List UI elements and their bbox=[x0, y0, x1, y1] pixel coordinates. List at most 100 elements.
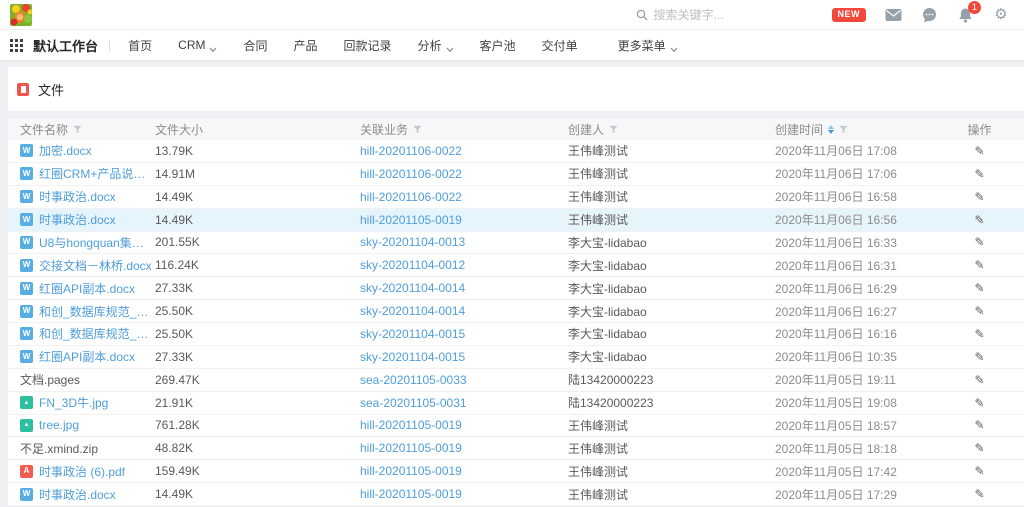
related-business-cell: hill-20201105-0019 bbox=[360, 464, 568, 478]
header-creator[interactable]: 创建人 bbox=[568, 121, 775, 138]
related-business-link[interactable]: sky-20201104-0015 bbox=[360, 327, 465, 341]
file-name-link[interactable]: 和创_数据库规范_20171124.doc bbox=[39, 325, 155, 342]
file-name-link[interactable]: 不足.xmind.zip bbox=[20, 440, 98, 457]
edit-icon[interactable]: ✎ bbox=[974, 327, 984, 341]
table-row: W 红圈API副本.docx 27.33K sky-20201104-0015 … bbox=[8, 346, 1024, 369]
sort-icon[interactable] bbox=[828, 125, 834, 134]
filter-icon[interactable] bbox=[73, 125, 82, 134]
file-name-link[interactable]: 交接文档－林桥.docx bbox=[39, 257, 152, 274]
edit-icon[interactable]: ✎ bbox=[974, 418, 984, 432]
related-business-link[interactable]: hill-20201105-0019 bbox=[360, 441, 462, 455]
nav-item-crm[interactable]: CRM bbox=[165, 38, 230, 52]
related-business-link[interactable]: sea-20201105-0033 bbox=[360, 373, 467, 387]
file-name-link[interactable]: 时事政治.docx bbox=[39, 188, 116, 205]
file-name-link[interactable]: 红圈API副本.docx bbox=[39, 280, 135, 297]
nav-label: 分析 bbox=[418, 37, 442, 54]
related-business-link[interactable]: hill-20201105-0019 bbox=[360, 213, 462, 227]
workspace-title[interactable]: 默认工作台 bbox=[33, 36, 98, 55]
file-module-icon bbox=[17, 83, 29, 96]
chat-icon[interactable] bbox=[920, 6, 938, 24]
app-logo[interactable] bbox=[10, 4, 32, 26]
nav-item-home[interactable]: 首页 bbox=[115, 37, 165, 54]
related-business-cell: hill-20201105-0019 bbox=[360, 213, 568, 227]
file-size-value: 21.91K bbox=[155, 396, 360, 410]
edit-icon[interactable]: ✎ bbox=[974, 350, 984, 364]
creator-value: 王伟峰测试 bbox=[568, 165, 775, 182]
related-business-link[interactable]: hill-20201105-0019 bbox=[360, 464, 462, 478]
file-type-icon: W bbox=[20, 167, 33, 180]
related-business-link[interactable]: sky-20201104-0012 bbox=[360, 258, 465, 272]
file-name-link[interactable]: tree.jpg bbox=[39, 418, 79, 432]
edit-icon[interactable]: ✎ bbox=[974, 167, 984, 181]
related-business-link[interactable]: sky-20201104-0013 bbox=[360, 235, 465, 249]
edit-icon[interactable]: ✎ bbox=[974, 213, 984, 227]
edit-icon[interactable]: ✎ bbox=[974, 464, 984, 478]
settings-gear-icon[interactable]: ⚙ bbox=[992, 6, 1010, 24]
related-business-link[interactable]: hill-20201106-0022 bbox=[360, 167, 462, 181]
file-name-link[interactable]: 红圈CRM+产品说明201901_前端... bbox=[39, 165, 155, 182]
table-row: W 时事政治.docx 14.49K hill-20201106-0022 王伟… bbox=[8, 186, 1024, 209]
edit-icon[interactable]: ✎ bbox=[974, 144, 984, 158]
related-business-cell: hill-20201105-0019 bbox=[360, 418, 568, 432]
created-time-value: 2020年11月06日 17:08 bbox=[775, 142, 935, 159]
nav-item-customer-pool[interactable]: 客户池 bbox=[467, 37, 529, 54]
table-row: A 时事政治 (6).pdf 159.49K hill-20201105-001… bbox=[8, 460, 1024, 483]
table-row: W 交接文档－林桥.docx 116.24K sky-20201104-0012… bbox=[8, 254, 1024, 277]
new-badge[interactable]: NEW bbox=[832, 8, 867, 22]
related-business-link[interactable]: hill-20201105-0019 bbox=[360, 487, 462, 501]
filter-icon[interactable] bbox=[839, 125, 848, 134]
edit-icon[interactable]: ✎ bbox=[974, 258, 984, 272]
mail-icon[interactable] bbox=[884, 6, 902, 24]
search-input[interactable] bbox=[654, 8, 774, 22]
creator-value: 王伟峰测试 bbox=[568, 142, 775, 159]
related-business-link[interactable]: sky-20201104-0014 bbox=[360, 281, 465, 295]
filter-icon[interactable] bbox=[413, 125, 422, 134]
file-name-link[interactable]: U8与hongquan集成方案.docx bbox=[39, 234, 155, 251]
nav-item-payment-record[interactable]: 回款记录 bbox=[331, 37, 405, 54]
nav-item-analysis[interactable]: 分析 bbox=[405, 37, 467, 54]
related-business-link[interactable]: hill-20201106-0022 bbox=[360, 190, 462, 204]
header-file-name[interactable]: 文件名称 bbox=[8, 121, 155, 138]
header-file-size[interactable]: 文件大小 bbox=[155, 121, 360, 138]
edit-icon[interactable]: ✎ bbox=[974, 190, 984, 204]
nav-item-product[interactable]: 产品 bbox=[281, 37, 331, 54]
header-related-business[interactable]: 关联业务 bbox=[360, 121, 568, 138]
file-size-value: 27.33K bbox=[155, 350, 360, 364]
edit-icon[interactable]: ✎ bbox=[974, 235, 984, 249]
notifications-bell-icon[interactable]: 1 bbox=[956, 6, 974, 24]
edit-icon[interactable]: ✎ bbox=[974, 441, 984, 455]
file-name-link[interactable]: 时事政治.docx bbox=[39, 211, 116, 228]
edit-icon[interactable]: ✎ bbox=[974, 304, 984, 318]
edit-icon[interactable]: ✎ bbox=[974, 396, 984, 410]
related-business-cell: hill-20201105-0019 bbox=[360, 487, 568, 501]
header-created-time[interactable]: 创建时间 bbox=[775, 121, 935, 138]
edit-icon[interactable]: ✎ bbox=[974, 373, 984, 387]
created-time-value: 2020年11月06日 16:29 bbox=[775, 280, 935, 297]
file-type-icon: W bbox=[20, 213, 33, 226]
edit-icon[interactable]: ✎ bbox=[974, 281, 984, 295]
related-business-cell: sky-20201104-0015 bbox=[360, 327, 568, 341]
file-name-link[interactable]: 时事政治 (6).pdf bbox=[39, 463, 125, 480]
file-name-link[interactable]: 和创_数据库规范_20171124.doc bbox=[39, 303, 155, 320]
file-name-link[interactable]: 加密.docx bbox=[39, 142, 92, 159]
file-name-link[interactable]: 红圈API副本.docx bbox=[39, 348, 135, 365]
file-size-value: 761.28K bbox=[155, 418, 360, 432]
file-name-link[interactable]: FN_3D牛.jpg bbox=[39, 394, 108, 411]
header-label: 操作 bbox=[967, 121, 991, 138]
related-business-link[interactable]: sky-20201104-0015 bbox=[360, 350, 465, 364]
file-size-value: 14.49K bbox=[155, 190, 360, 204]
nav-item-more-menu[interactable]: 更多菜单 bbox=[605, 37, 691, 54]
related-business-link[interactable]: sea-20201105-0031 bbox=[360, 396, 467, 410]
nav-item-delivery-order[interactable]: 交付单 bbox=[529, 37, 591, 54]
file-name-link[interactable]: 时事政治.docx bbox=[39, 486, 116, 503]
nav-item-contract[interactable]: 合同 bbox=[230, 37, 280, 54]
related-business-link[interactable]: sky-20201104-0014 bbox=[360, 304, 465, 318]
edit-icon[interactable]: ✎ bbox=[974, 487, 984, 501]
related-business-link[interactable]: hill-20201106-0022 bbox=[360, 144, 462, 158]
filter-icon[interactable] bbox=[609, 125, 618, 134]
file-name-link[interactable]: 文档.pages bbox=[20, 371, 80, 388]
file-size-value: 27.33K bbox=[155, 281, 360, 295]
table-row: W U8与hongquan集成方案.docx 201.55K sky-20201… bbox=[8, 232, 1024, 255]
related-business-link[interactable]: hill-20201105-0019 bbox=[360, 418, 462, 432]
apps-grid-icon[interactable] bbox=[10, 39, 23, 52]
